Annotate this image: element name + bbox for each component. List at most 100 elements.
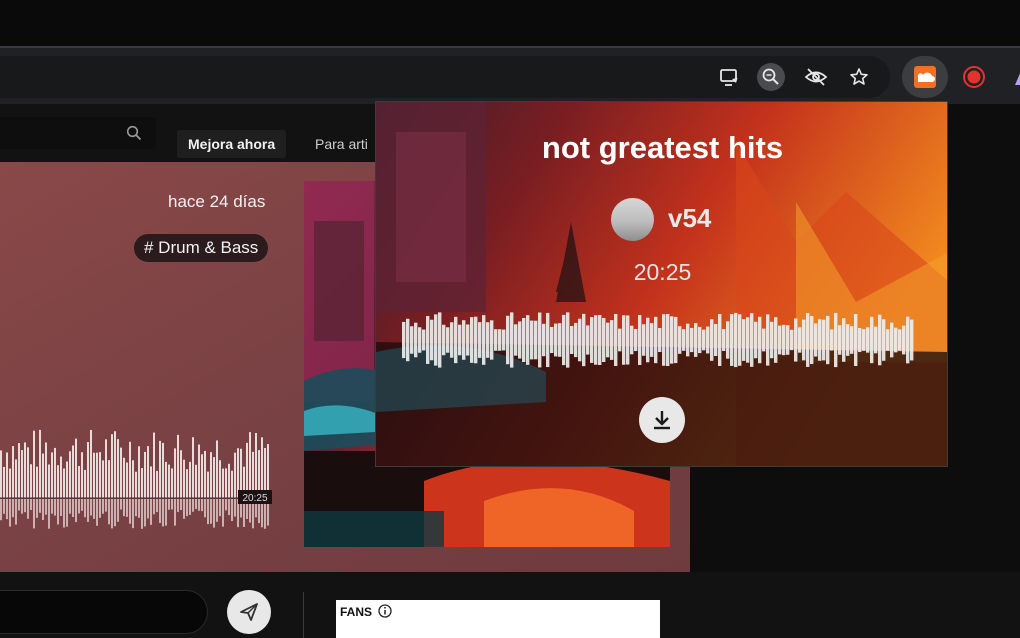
waveform-bar	[183, 459, 185, 498]
soundcloud-extension-button[interactable]	[902, 56, 948, 98]
genre-tag[interactable]: # Drum & Bass	[134, 234, 269, 262]
popup-waveform-bar	[834, 312, 838, 368]
download-button[interactable]	[639, 397, 685, 443]
waveform-bar	[216, 440, 218, 498]
upgrade-button[interactable]: Mejora ahora	[177, 130, 287, 158]
popup-waveform-bar	[542, 323, 546, 357]
screen-share-icon[interactable]	[716, 63, 744, 91]
waveform-bar-reflection	[117, 499, 119, 522]
popup-waveform-bar	[814, 323, 818, 357]
zoom-icon[interactable]	[757, 63, 785, 91]
waveform-bar	[75, 438, 77, 498]
popup-waveform-bar	[618, 328, 622, 352]
waveform-bar-reflection	[144, 499, 146, 527]
waveform-bar-reflection	[6, 499, 8, 520]
popup-waveform-bar	[462, 320, 466, 360]
extension-popup: not greatest hits v54 20:25	[375, 101, 948, 467]
popup-waveform-bar	[654, 316, 658, 364]
waveform-bar-reflection	[192, 499, 194, 512]
waveform-bar	[69, 451, 71, 498]
popup-waveform-bar	[434, 314, 438, 366]
waveform-bar-reflection	[9, 499, 11, 527]
waveform-bar-reflection	[45, 499, 47, 515]
popup-waveform-bar	[874, 326, 878, 354]
popup-waveform-bar	[742, 319, 746, 361]
waveform-bar-reflection	[3, 499, 5, 514]
waveform-bar-reflection	[57, 499, 59, 525]
popup-waveform-bar	[518, 321, 522, 359]
waveform-bar	[156, 470, 158, 498]
popup-duration: 20:25	[633, 259, 692, 285]
search-input[interactable]	[0, 117, 156, 149]
popup-waveform-bar	[846, 324, 850, 356]
waveform-bar-reflection	[120, 499, 122, 510]
popup-waveform-bar	[482, 315, 486, 365]
comment-input[interactable]	[0, 590, 208, 634]
waveform-bar	[36, 466, 38, 498]
popup-waveform-bar	[890, 322, 894, 358]
popup-waveform-bar	[746, 317, 750, 363]
waveform-bar-reflection	[159, 499, 161, 523]
avatar[interactable]	[611, 198, 654, 241]
waveform-bar-reflection	[177, 499, 179, 512]
for-artists-link[interactable]: Para arti	[315, 136, 368, 152]
popup-waveform-bar	[574, 322, 578, 358]
waveform-bar	[0, 450, 2, 498]
popup-waveform-bar	[754, 321, 758, 359]
waveform-bar-reflection	[225, 499, 227, 511]
popup-waveform-bar	[414, 322, 418, 358]
popup-waveform-bar	[698, 326, 702, 354]
waveform-bar-reflection	[24, 499, 26, 513]
popup-waveform	[402, 312, 914, 368]
waveform-bar	[201, 454, 203, 498]
popup-waveform-bar	[478, 322, 482, 358]
waveform-bar	[21, 450, 23, 498]
info-icon[interactable]	[378, 604, 392, 618]
popup-waveform-bar	[438, 312, 442, 368]
popup-username[interactable]: v54	[668, 203, 711, 234]
waveform-bar-reflection	[183, 499, 185, 519]
waveform-bar-reflection	[36, 499, 38, 518]
waveform-bar	[168, 464, 170, 498]
waveform-bar-reflection	[147, 499, 149, 519]
browser-window: Mejora ahora Para arti hace 24 días # Dr…	[0, 0, 1020, 638]
popup-waveform-bar	[734, 312, 738, 368]
popup-waveform-bar	[826, 315, 830, 365]
waveform-bar-reflection	[99, 499, 101, 518]
waveform-bar	[225, 468, 227, 498]
waveform-bar	[213, 457, 215, 498]
waveform-bar	[42, 453, 44, 498]
extension-partial-icon[interactable]	[1006, 63, 1020, 91]
star-icon[interactable]	[845, 63, 873, 91]
popup-waveform-bar	[770, 321, 774, 359]
waveform-bar-reflection	[108, 499, 110, 525]
waveform-bar	[222, 468, 224, 498]
waveform-bar-reflection	[111, 499, 113, 529]
waveform-bar	[123, 457, 125, 498]
popup-waveform-bar	[554, 323, 558, 357]
waveform-bar-reflection	[51, 499, 53, 514]
record-icon[interactable]	[960, 63, 988, 91]
search-icon[interactable]	[126, 125, 142, 141]
popup-waveform-bar	[586, 325, 590, 355]
waveform-bar	[150, 466, 152, 498]
waveform-bar-reflection	[219, 499, 221, 517]
popup-waveform-bar	[418, 327, 422, 353]
waveform-bar	[39, 429, 41, 498]
popup-waveform-bar	[738, 314, 742, 366]
waveform-bar	[132, 460, 134, 498]
fans-label: FANS	[340, 605, 373, 619]
waveform-bar	[219, 460, 221, 498]
popup-waveform-bar	[510, 312, 514, 368]
waveform-bar-reflection	[132, 499, 134, 529]
track-waveform[interactable]: 20:25	[0, 428, 272, 532]
popup-waveform-bar	[774, 317, 778, 363]
send-comment-button[interactable]	[227, 590, 271, 634]
waveform-bar	[198, 444, 200, 498]
popup-waveform-bar	[578, 318, 582, 362]
popup-waveform-bar	[910, 319, 914, 361]
waveform-bar	[84, 469, 86, 498]
eye-off-icon[interactable]	[802, 63, 830, 91]
waveform-bar-reflection	[75, 499, 77, 523]
upload-age: hace 24 días	[168, 192, 266, 211]
